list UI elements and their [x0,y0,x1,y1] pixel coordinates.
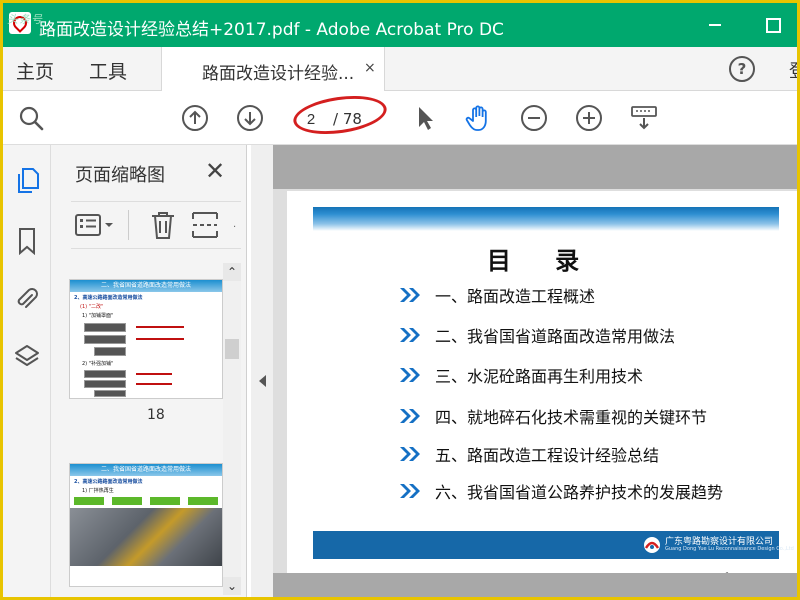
page-title: 目 录 [486,247,598,275]
tab-home[interactable]: 主页 [16,57,54,84]
sign-in-button[interactable]: 登 [789,57,797,83]
select-arrow-icon[interactable] [411,104,439,132]
delete-icon[interactable] [149,210,177,240]
hand-tool-icon[interactable] [465,104,493,132]
tab-bar: 主页 工具 路面改造设计经验... × ? 登 [3,47,797,91]
thumbnail-options-icon[interactable] [75,214,115,238]
thumbnails-panel: 页面缩略图 ✕ · 二、我省国省道路面改造常用做法 2、高速公路路面改造常用做法 [51,145,247,597]
prev-page-icon[interactable] [181,104,209,132]
thumbnail-page-19[interactable]: 二、我省国省道路面改造常用做法 2、高速公路路面改造常用做法 1) 厂拌热再生 [69,463,223,587]
panel-title: 页面缩略图 [75,165,165,186]
toc-text: 六、我省国省道公路养护技术的发展趋势 [435,483,724,502]
more-icon[interactable]: · [233,222,236,233]
help-icon[interactable]: ? [729,56,755,82]
toc-text: 三、水泥砼路面再生利用技术 [435,367,644,386]
zoom-in-icon[interactable] [575,104,603,132]
document-view: 目 录 一、路面改造工程概述 二、我省国省道路面改造常用做法 三、水泥砼路面再生… [273,145,797,597]
layers-icon[interactable] [14,343,40,371]
page-footer-band: 广东粤路勘察设计有限公司 Guang Dong Yue Lu Reconnais… [313,531,794,559]
thumbnail-diagram [70,321,222,359]
maximize-button[interactable] [761,13,785,37]
thumbnail-scrollbar[interactable]: ⌃ ⌄ [223,263,241,595]
double-chevron-icon [400,484,420,498]
thumbnail-line: 1) "加铺罩面" [82,313,114,319]
toolbar-divider [128,210,129,240]
document-tab-label: 路面改造设计经验... [202,64,355,84]
previous-page-edge [273,145,797,189]
next-page-edge [273,573,797,597]
thumbnail-header: 二、我省国省道路面改造常用做法 [70,280,222,292]
thumbnail-line: 1) 厂拌热再生 [82,488,114,494]
scroll-down-icon[interactable]: ⌄ [223,577,241,595]
panel-splitter[interactable] [251,145,273,597]
thumbnail-line: 2) "补强加铺" [82,361,114,367]
zoom-out-icon[interactable] [520,104,548,132]
pdf-page: 目 录 一、路面改造工程概述 二、我省国省道路面改造常用做法 三、水泥砼路面再生… [287,191,797,573]
double-chevron-icon [400,288,420,302]
thumbnail-flow [70,494,222,508]
watermark: 头条号 [7,13,43,26]
next-page-icon[interactable] [236,104,264,132]
thumbnail-photo [70,508,222,566]
window-title: 路面改造设计经验总结+2017.pdf - Adobe Acrobat Pro … [39,20,504,40]
scrollbar-thumb[interactable] [225,339,239,359]
attachments-icon[interactable] [14,285,40,313]
page-header-band [313,207,779,231]
panel-toolbar: · [71,201,241,249]
toc-text: 五、路面改造工程设计经验总结 [435,446,660,465]
toc-text: 一、路面改造工程概述 [435,287,596,306]
left-rail [3,145,51,597]
thumbnail-header: 二、我省国省道路面改造常用做法 [70,464,222,476]
title-bar: 头条号 路面改造设计经验总结+2017.pdf - Adobe Acrobat … [3,3,797,47]
zoom-search-icon[interactable] [17,104,45,132]
toolbar: / 78 [3,92,797,145]
footer-company-english: Guang Dong Yue Lu Reconnaissance Design … [665,546,794,552]
double-chevron-icon [400,368,420,382]
toc-text: 二、我省国省道路面改造常用做法 [435,327,676,346]
minimize-button[interactable] [703,13,727,37]
double-chevron-icon [400,409,420,423]
extract-pages-icon[interactable] [191,210,219,240]
double-chevron-icon [400,447,420,461]
tab-tools[interactable]: 工具 [89,57,127,84]
company-logo-icon [644,537,660,553]
close-panel-button[interactable]: ✕ [205,157,225,185]
thumbnail-diagram [70,368,222,398]
tab-document[interactable]: 路面改造设计经验... × [161,47,385,91]
thumbnail-line: 2、高速公路路面改造常用做法 [74,295,143,301]
close-tab-button[interactable]: × [364,60,376,76]
thumbnail-line: 2、高速公路路面改造常用做法 [74,479,143,485]
thumbnail-page-18[interactable]: 二、我省国省道路面改造常用做法 2、高速公路路面改造常用做法 (1) "二改" … [69,279,223,399]
double-chevron-icon [400,328,420,342]
thumbnail-line: (1) "二改" [80,304,104,310]
app-window: 头条号 路面改造设计经验总结+2017.pdf - Adobe Acrobat … [0,0,800,600]
scroll-up-icon[interactable]: ⌃ [223,263,241,281]
toc-text: 四、就地碎石化技术需重视的关键环节 [435,408,708,427]
collapse-panel-icon[interactable] [259,375,266,387]
thumbnail-page-label: 18 [147,407,165,423]
keyboard-scroll-icon[interactable] [630,104,658,132]
bookmarks-icon[interactable] [14,227,40,255]
page-thumbnails-icon[interactable] [14,167,40,195]
